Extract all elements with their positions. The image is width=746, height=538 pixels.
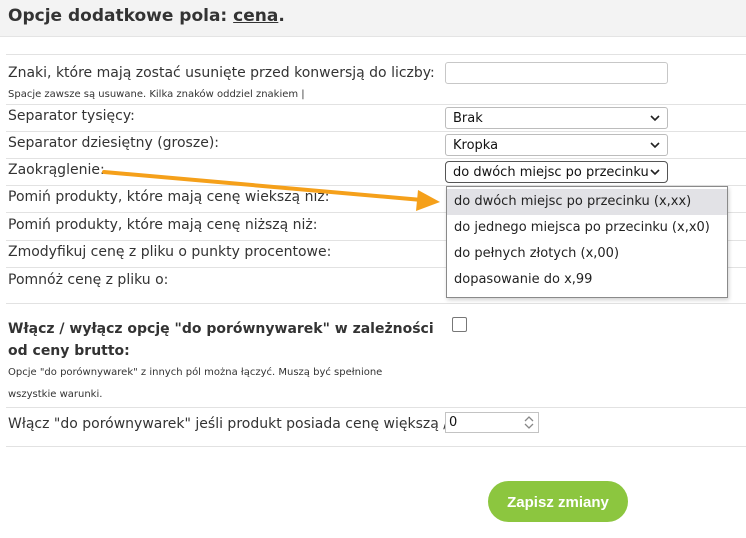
dropdown-option[interactable]: do pełnych złotych (x,00)	[447, 241, 727, 267]
chevron-down-icon	[650, 115, 660, 122]
decimal-separator-label: Separator dziesiętny (grosze):	[8, 135, 219, 151]
select-value: Kropka	[453, 138, 499, 153]
dropdown-option[interactable]: do jednego miejsca po przecinku (x,x0)	[447, 215, 727, 241]
rounding-label: Zaokrąglenie:	[8, 162, 105, 178]
thousands-separator-label: Separator tysięcy:	[8, 108, 135, 124]
strip-chars-label: Znaki, które mają zostać usunięte przed …	[8, 65, 435, 81]
divider	[6, 104, 746, 105]
number-spinner-icon[interactable]	[522, 415, 536, 430]
dropdown-option[interactable]: dopasowanie do x,99	[447, 267, 727, 293]
divider	[6, 158, 746, 159]
page-title: Opcje dodatkowe pola: cena.	[8, 6, 285, 26]
comparison-checkbox[interactable]	[452, 317, 467, 332]
multiply-label: Pomnóż cenę z pliku o:	[8, 272, 169, 288]
arrow-annotation-icon	[102, 170, 440, 211]
comparison-hint: Opcje "do porównywarek" z innych pól moż…	[8, 367, 383, 400]
save-button[interactable]: Zapisz zmiany	[488, 481, 628, 522]
select-value: Brak	[453, 111, 483, 126]
divider	[6, 446, 746, 447]
chevron-down-icon	[650, 142, 660, 149]
strip-chars-input[interactable]	[445, 62, 668, 84]
divider	[6, 54, 746, 55]
divider	[6, 407, 746, 408]
comparison-threshold-label: Włącz "do porównywarek" jeśli produkt po…	[8, 416, 501, 432]
skip-lower-label: Pomiń produkty, które mają cenę niższą n…	[8, 217, 318, 233]
decimal-separator-select[interactable]: Kropka	[445, 134, 668, 156]
comparison-threshold-input[interactable]: 0	[445, 412, 539, 433]
field-name-link[interactable]: cena	[233, 6, 278, 26]
select-value: do dwóch miejsc po przecinku (x,xx)	[453, 165, 649, 180]
chevron-down-icon	[650, 169, 660, 176]
threshold-value: 0	[449, 415, 458, 430]
rounding-select[interactable]: do dwóch miejsc po przecinku (x,xx)	[445, 161, 668, 183]
title-prefix: Opcje dodatkowe pola:	[8, 6, 234, 26]
rounding-dropdown-list: do dwóch miejsc po przecinku (x,xx) do j…	[446, 186, 728, 298]
page-header: Opcje dodatkowe pola: cena.	[0, 0, 746, 37]
thousands-separator-select[interactable]: Brak	[445, 107, 668, 129]
strip-chars-hint: Spacje zawsze są usuwane. Kilka znaków o…	[8, 89, 305, 100]
title-suffix: .	[278, 6, 285, 26]
modify-percent-label: Zmodyfikuj cenę z pliku o punkty procent…	[8, 244, 332, 260]
divider	[6, 131, 746, 132]
dropdown-option[interactable]: do dwóch miejsc po przecinku (x,xx)	[447, 189, 727, 215]
comparison-title: Włącz / wyłącz opcję "do porównywarek" w…	[8, 321, 434, 359]
divider	[6, 303, 746, 304]
